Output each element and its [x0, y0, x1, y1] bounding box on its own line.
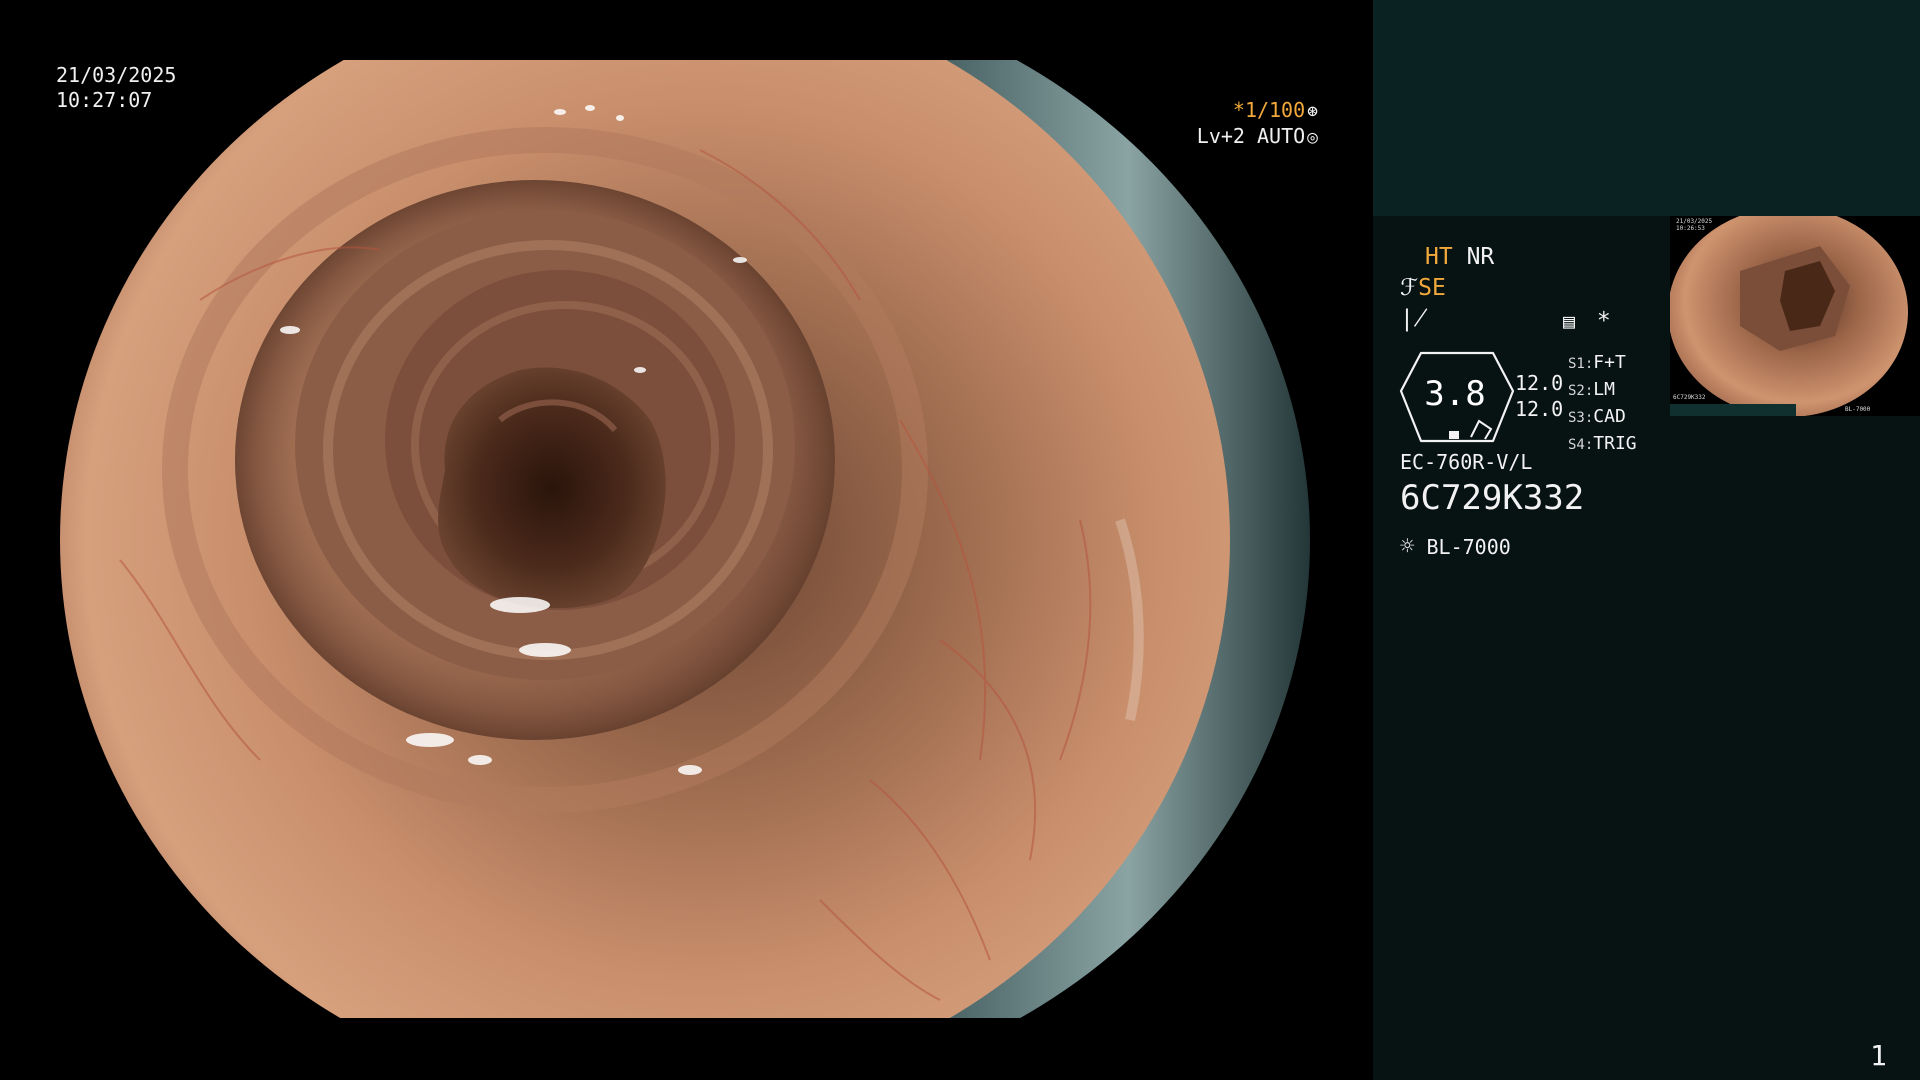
brightness-level: Lv+2 AUTO: [1196, 124, 1306, 148]
thumbnail-image: [1670, 216, 1908, 416]
switch-row: S3:CAD: [1568, 406, 1626, 427]
thumbnail-serial: 6C729K332: [1673, 394, 1706, 401]
info-panel: HT NR ℱSE ∤ ▤ * 3.8 12.0 12.0 S1:F+T S2:…: [1373, 0, 1920, 1080]
exposure-overlay: *1/100 ⊛ Lv+2 AUTO ◎: [1197, 98, 1318, 150]
thumbnail-time: 10:26:53: [1676, 225, 1705, 232]
shutter-speed: 1/100: [1244, 98, 1306, 122]
endoscope-view: 21/03/2025 10:27:07 *1/100 ⊛ Lv+2 AUTO ◎: [0, 0, 1372, 1080]
shutter-line: *1/100 ⊛: [1197, 98, 1318, 124]
light-source-line: ☼ BL-7000: [1400, 532, 1511, 561]
menu-list-icon: ▤: [1563, 309, 1576, 333]
ht-label: HT: [1425, 244, 1453, 270]
aperture-icon: ⊛: [1307, 101, 1318, 122]
switch-row: S1:F+T: [1568, 352, 1626, 373]
structure-enhancement-icon: ℱ: [1400, 275, 1419, 301]
gauge-value: 3.8: [1424, 374, 1486, 414]
edge-line: ∤: [1400, 305, 1428, 333]
gauge-pencil-icon: [1470, 419, 1493, 440]
switch-row: S2:LM: [1568, 379, 1615, 400]
nr-label: NR: [1466, 244, 1495, 270]
iris-icon: ◎: [1307, 127, 1318, 148]
colon-lumen-image: [60, 60, 1310, 1018]
thumbnail-footer: BL-7000: [1845, 406, 1871, 413]
star-label: *: [1596, 308, 1611, 334]
shutter-prefix: *: [1232, 98, 1245, 122]
structure-enhancement-line: ℱSE: [1400, 274, 1446, 302]
page-number: 1: [1870, 1039, 1887, 1072]
scope-model: EC-760R-V/L: [1400, 450, 1533, 474]
gauge-numbers: 12.0 12.0: [1515, 370, 1563, 422]
capture-thumbnail[interactable]: 21/03/2025 10:26:53 6C729K332 BL-7000: [1670, 216, 1920, 416]
scope-switch-list: S1:F+T S2:LM S3:CAD S4:TRIG: [1568, 350, 1637, 458]
light-source-name: BL-7000: [1426, 535, 1511, 559]
mode-icons: ▤ *: [1563, 307, 1611, 335]
gauge-marker: [1449, 431, 1459, 439]
panel-header-area: [1373, 0, 1920, 216]
thumbnail-bar: [1670, 404, 1796, 416]
scope-serial: 6C729K332: [1400, 478, 1585, 518]
date-text: 21/03/2025: [56, 63, 177, 87]
thumbnail-date: 21/03/2025: [1676, 218, 1713, 225]
switch-row: S4:TRIG: [1568, 433, 1637, 454]
se-label: SE: [1418, 275, 1446, 301]
light-source-icon: ☼: [1400, 532, 1415, 560]
gauge-number-1: 12.0: [1515, 371, 1564, 395]
level-line: Lv+2 AUTO ◎: [1197, 124, 1318, 150]
time-text: 10:27:07: [56, 88, 153, 112]
date-time-overlay: 21/03/2025 10:27:07: [56, 63, 176, 113]
gauge-number-2: 12.0: [1515, 397, 1564, 421]
edge-icon: ∤: [1400, 306, 1428, 332]
hardness-noise-line: HT NR: [1425, 243, 1494, 271]
